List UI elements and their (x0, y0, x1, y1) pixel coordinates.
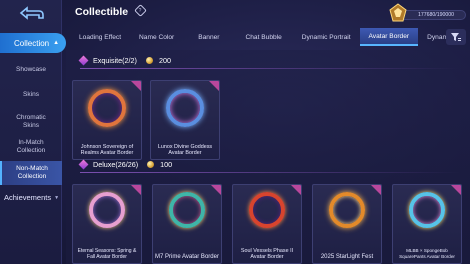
corner-badge (131, 81, 141, 91)
sidebar-item-showcase[interactable]: Showcase (0, 65, 62, 75)
avatar-border-card[interactable]: Soul Vessels Phase II Avatar Border (232, 184, 302, 264)
corner-badge (451, 185, 461, 195)
border-preview (88, 89, 126, 127)
sidebar-collection-tab[interactable]: Collection ▲ (0, 33, 66, 53)
tab-label: Chat Bubble (245, 33, 282, 41)
sidebar-item-chromatic-skins[interactable]: Chromatic Skins (0, 113, 62, 131)
diamond-icon (78, 55, 89, 66)
sidebar-item-skins[interactable]: Skins (0, 90, 62, 100)
card-label: MLBB × SpongeBob SquarePants Avatar Bord… (399, 248, 455, 259)
points-icon (147, 161, 155, 168)
tab-dynamic-portrait[interactable]: Dynamic Portrait (293, 28, 360, 46)
avatar-border-card[interactable]: MLBB × SpongeBob SquarePants Avatar Bord… (392, 184, 462, 264)
points-icon (145, 57, 153, 64)
tab-label: Loading Effect (79, 33, 122, 41)
page-title: Collectible (75, 6, 129, 18)
section-divider (80, 172, 460, 173)
emblem-icon (389, 3, 407, 22)
section-points: 100 (160, 160, 173, 169)
filter-button[interactable] (446, 29, 466, 45)
section-title: Exquisite(2/2) (93, 56, 137, 65)
tab-avatar-border[interactable]: Avatar Border (359, 28, 419, 46)
border-preview (409, 192, 445, 228)
tab-bar: Loading Effect Name Color Banner Chat Bu… (70, 28, 449, 46)
section-header-deluxe: Deluxe(26/26) 100 (78, 159, 173, 170)
avatar-border-card[interactable]: Lunox Divine Goddess Avatar Border (150, 80, 220, 160)
tab-name-color[interactable]: Name Color (130, 28, 183, 46)
border-preview (169, 192, 205, 228)
tab-chat-bubble[interactable]: Chat Bubble (235, 28, 293, 46)
corner-badge (211, 185, 221, 195)
card-label: 2025 StarLight Fest (320, 254, 374, 260)
currency-value: 177680/190000 (418, 12, 455, 18)
sidebar-item-label: Showcase (16, 66, 46, 73)
border-preview (249, 192, 285, 228)
chevron-down-icon: ▼ (54, 194, 60, 201)
card-label: Soul Vessels Phase II Avatar Border (240, 248, 294, 260)
avatar-border-card[interactable]: Johnson Sovereign of Realms Avatar Borde… (72, 80, 142, 160)
section-divider (80, 68, 460, 69)
collection-label: Collection (14, 38, 50, 48)
tab-label: Avatar Border (368, 32, 410, 40)
back-button[interactable] (10, 4, 50, 22)
section-title: Deluxe(26/26) (93, 160, 139, 169)
tab-banner[interactable]: Banner (183, 28, 234, 46)
sidebar-item-in-match[interactable]: In-Match Collection (0, 138, 62, 156)
back-arrow-icon (19, 6, 44, 20)
help-icon[interactable]: ? (134, 4, 147, 17)
avatar-border-card[interactable]: 2025 StarLight Fest (312, 184, 382, 264)
tab-label: Name Color (139, 33, 175, 41)
sidebar-achievements[interactable]: Achievements ▼ (4, 193, 59, 202)
corner-badge (291, 185, 301, 195)
sidebar: Collection ▲ Showcase Skins Chromatic Sk… (0, 0, 66, 264)
sidebar-item-label: Non-Match Collection (16, 165, 48, 180)
avatar-border-card[interactable]: M7 Prime Avatar Border (152, 184, 222, 264)
avatar-border-card[interactable]: Eternal Seasons: Spring & Fall Avatar Bo… (72, 184, 142, 264)
section-points: 200 (158, 56, 171, 65)
section-header-exquisite: Exquisite(2/2) 200 (78, 55, 171, 66)
corner-badge (131, 185, 141, 195)
collectible-screen: Collection ▲ Showcase Skins Chromatic Sk… (0, 0, 470, 264)
card-label: Eternal Seasons: Spring & Fall Avatar Bo… (77, 248, 137, 260)
card-label: M7 Prime Avatar Border (155, 254, 219, 260)
chevron-up-icon: ▲ (53, 40, 60, 46)
border-preview (166, 89, 204, 127)
card-label: Lunox Divine Goddess Avatar Border (157, 144, 213, 156)
sidebar-item-label: Chromatic Skins (16, 114, 46, 129)
sidebar-item-non-match[interactable]: Non-Match Collection (0, 161, 62, 185)
border-preview (89, 192, 125, 228)
diamond-icon (78, 159, 89, 170)
corner-badge (371, 185, 381, 195)
achievements-label: Achievements (4, 193, 52, 202)
sidebar-item-label: In-Match Collection (16, 139, 46, 154)
tab-label: Banner (198, 33, 220, 41)
tab-loading-effect[interactable]: Loading Effect (70, 28, 130, 46)
tab-label: Dynamic Portrait (301, 33, 351, 41)
border-preview (329, 192, 365, 228)
sidebar-item-label: Skins (23, 91, 39, 98)
filter-icon (451, 32, 461, 41)
corner-badge (209, 81, 219, 91)
card-label: Johnson Sovereign of Realms Avatar Borde… (80, 144, 134, 156)
